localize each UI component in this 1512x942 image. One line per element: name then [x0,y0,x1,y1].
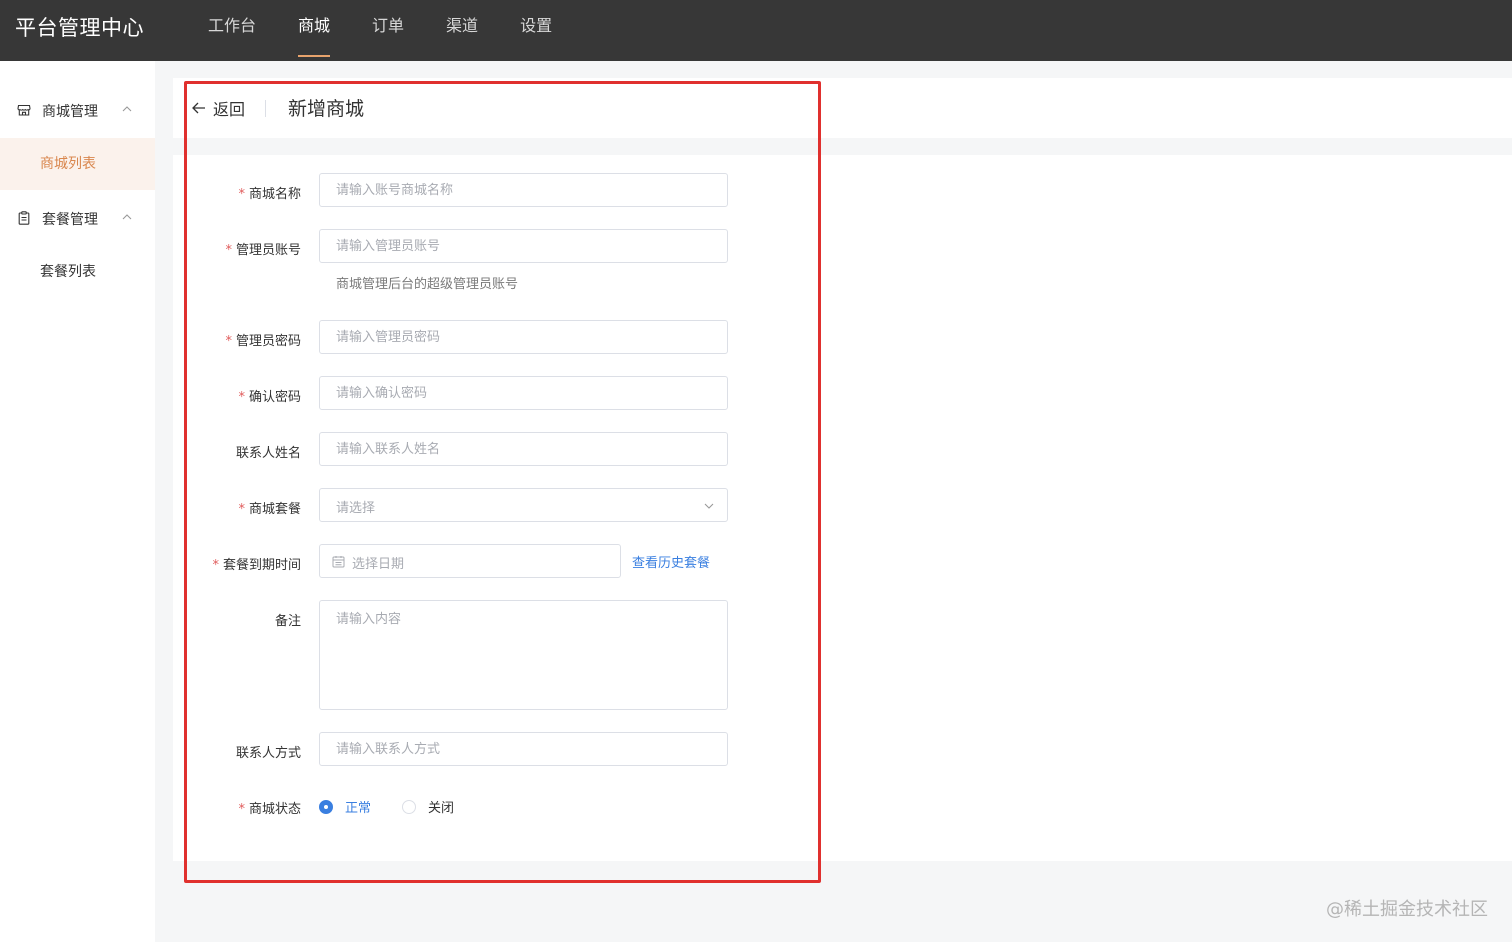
brand-title: 平台管理中心 [15,16,144,40]
status-radio-normal[interactable]: 正常 [319,797,371,816]
sidebar-group-label: 套餐管理 [42,212,98,228]
radio-dot [402,799,416,814]
required-mark: * [238,502,245,517]
field-label: * 管理员密码 [225,334,301,349]
admin-account-hint: 商城管理后台的超级管理员账号 [336,277,519,292]
confirm-password-input[interactable] [319,376,728,410]
store-icon [17,104,31,116]
sidebar: 商城管理 商城列表 套餐管理 套餐列表 [0,61,155,942]
sidebar-item-package-list[interactable]: 套餐列表 [0,246,155,298]
expiry-date-picker[interactable]: 选择日期 [319,544,621,578]
field-label: * 商城名称 [238,187,301,202]
nav-channels[interactable]: 渠道 [446,0,478,61]
field-label: * 商城状态 [238,802,301,817]
nav-mall[interactable]: 商城 [298,0,331,61]
chevron-up-icon [122,106,132,112]
required-mark: * [212,558,219,573]
watermark: @稀土掘金技术社区 [1326,899,1488,920]
status-radio-closed[interactable]: 关闭 [402,797,454,816]
chevron-up-icon [122,214,132,220]
back-button[interactable]: 返回 [191,96,245,120]
top-nav: 工作台 商城 订单 渠道 设置 [208,0,594,61]
date-placeholder: 选择日期 [352,557,405,572]
contact-method-input[interactable] [319,732,728,766]
contact-name-input[interactable] [319,432,728,466]
required-mark: * [238,390,245,405]
mall-name-input[interactable] [319,173,728,207]
required-mark: * [238,802,245,817]
mall-package-select[interactable]: 请选择 [319,488,728,522]
required-mark: * [238,187,245,202]
field-label: * 确认密码 [238,390,301,405]
radio-label: 正常 [345,801,372,816]
sidebar-group-label: 商城管理 [42,104,98,120]
field-label: * 套餐到期时间 [212,558,301,573]
required-mark: * [225,334,232,349]
field-label: 联系人方式 [235,746,301,761]
arrow-left-icon [192,102,205,114]
nav-workbench[interactable]: 工作台 [208,0,256,61]
chevron-down-icon [704,503,714,509]
radio-dot [319,799,333,814]
header-divider [265,100,266,117]
nav-settings[interactable]: 设置 [520,0,552,61]
view-package-history-link[interactable]: 查看历史套餐 [632,552,710,571]
admin-account-input[interactable] [319,229,728,263]
page-title: 新增商城 [288,98,365,120]
sidebar-group-package-management[interactable]: 套餐管理 [0,204,155,234]
top-bar: 平台管理中心 工作台 商城 订单 渠道 设置 [0,0,1512,61]
field-label: 备注 [274,614,301,629]
field-label: * 管理员账号 [225,243,301,258]
admin-password-input[interactable] [319,320,728,354]
form-card: *商城名称 *管理员账号 商城管理后台的超级管理员账号 *管理员密码 *确认密码… [173,155,1512,861]
page-header: 返回 新增商城 [173,78,1512,138]
sidebar-item-mall-list[interactable]: 商城列表 [0,138,155,190]
radio-label: 关闭 [428,801,455,816]
field-label: 联系人姓名 [235,446,301,461]
nav-orders[interactable]: 订单 [372,0,404,61]
remark-textarea[interactable] [319,600,728,710]
back-label: 返回 [213,100,246,119]
required-mark: * [225,243,232,258]
select-placeholder: 请选择 [336,501,376,516]
sidebar-group-mall-management[interactable]: 商城管理 [0,96,155,126]
field-label: * 商城套餐 [238,502,301,517]
calendar-icon [332,556,345,568]
clipboard-icon [18,211,30,225]
